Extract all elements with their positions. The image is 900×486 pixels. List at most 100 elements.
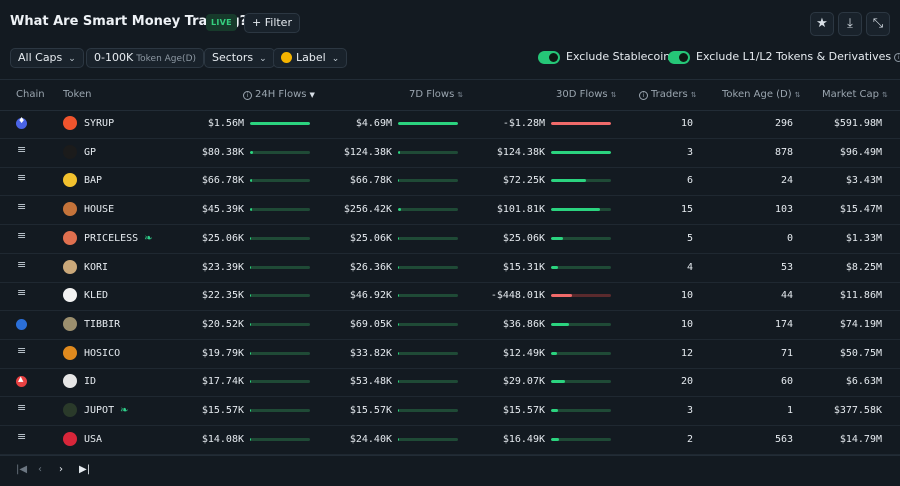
- token-age-value: 0-100K: [94, 51, 134, 64]
- table-row[interactable]: SYRUP $1.56M $4.69M -$1.28M 10 296 $591.98M: [0, 110, 900, 139]
- token-logo-icon: [63, 202, 77, 217]
- token-name[interactable]: BAP: [84, 175, 102, 186]
- solana-icon: [16, 430, 27, 445]
- market-cap-value: $6.63M: [845, 376, 882, 388]
- flows-7d-bar-fill: [398, 208, 401, 212]
- table-row[interactable]: GP $80.38K $124.38K $124.38K 3 878 $96.49M: [0, 139, 900, 168]
- star-icon: ★: [816, 16, 828, 31]
- table-row[interactable]: HOSICO $19.79K $33.82K $12.49K 12 71 $50.75M: [0, 340, 900, 369]
- table-row[interactable]: KLED $22.35K $46.92K -$448.01K 10 44 $11.86M: [0, 282, 900, 312]
- market-cap-value: $96.49M: [839, 146, 882, 158]
- flows-30d-bar-fill: [551, 322, 569, 326]
- flows-24h-bar-fill: [250, 150, 253, 154]
- flows-7d-bar-fill: [398, 322, 399, 326]
- flows-30d-bar: [551, 265, 611, 269]
- caps-dropdown[interactable]: All Caps ⌄: [10, 48, 84, 68]
- flows-24h-value: $80.38K: [201, 146, 244, 158]
- info-icon[interactable]: i: [243, 91, 252, 100]
- market-cap-value: $591.98M: [833, 118, 882, 129]
- token-symbol: GP: [84, 146, 97, 158]
- sort-icon: ⇅: [794, 91, 801, 99]
- token-name[interactable]: KLED: [84, 290, 108, 301]
- token-age-filter[interactable]: 0-100K Token Age(D): [86, 48, 205, 68]
- flows-24h-bar: [250, 179, 310, 183]
- token-name[interactable]: PRICELESS ❧: [84, 233, 153, 244]
- flows-7d-value: $24.40K: [349, 433, 392, 445]
- market-cap-value: $3.43M: [845, 175, 882, 187]
- token-age-value: 1: [786, 405, 793, 416]
- download-button[interactable]: ⤓: [838, 12, 862, 36]
- flows-24h-value: $20.52K: [201, 318, 244, 330]
- flows-24h-bar: [250, 409, 310, 412]
- favorite-button[interactable]: ★: [810, 12, 834, 36]
- token-name[interactable]: USA: [84, 434, 102, 445]
- token-age-value: 563: [774, 433, 793, 445]
- flows-30d-bar-fill: [551, 351, 557, 355]
- flows-7d-bar: [398, 236, 458, 240]
- flows-24h-bar: [250, 265, 310, 269]
- label-dropdown[interactable]: Label ⌄: [273, 48, 348, 68]
- token-name[interactable]: HOUSE: [84, 204, 114, 215]
- token-name[interactable]: TIBBIR: [84, 319, 120, 330]
- token-logo-icon: [63, 259, 77, 274]
- exclude-l1l2-toggle[interactable]: [668, 51, 690, 64]
- flows-30d-bar-fill: [551, 122, 611, 125]
- column-header-market-cap[interactable]: Market Cap ⇅: [822, 89, 888, 100]
- token-name[interactable]: JUPOT ❧: [84, 405, 129, 416]
- token-symbol: HOSICO: [84, 347, 121, 359]
- table-row[interactable]: USA $14.08K $24.40K $16.49K 2 563 $14.79M: [0, 426, 900, 455]
- flows-7d-bar: [398, 437, 458, 441]
- table-row[interactable]: KORI $23.39K $26.36K $15.31K 4 53 $8.25M: [0, 254, 900, 283]
- table-footer-divider: [0, 455, 900, 456]
- flows-24h-bar-fill: [250, 380, 251, 384]
- first-page-icon[interactable]: |◀: [16, 464, 27, 475]
- table-row[interactable]: JUPOT ❧ $15.57K $15.57K $15.57K 3 1 $377.58K: [0, 397, 900, 426]
- collapse-icon: ⤡: [872, 16, 884, 31]
- flows-24h-bar: [250, 294, 310, 298]
- collapse-button[interactable]: ⤡: [866, 12, 890, 36]
- table-row[interactable]: TIBBIR $20.52K $69.05K $36.86K 10 174 $74.19M: [0, 311, 900, 340]
- base-icon: [16, 318, 27, 330]
- flows-7d-bar-fill: [398, 351, 399, 355]
- flows-30d-bar: [551, 150, 611, 154]
- sectors-dropdown-value: Sectors: [212, 51, 254, 64]
- column-header-market-cap-label: Market Cap: [822, 89, 880, 100]
- token-symbol: KORI: [84, 261, 109, 273]
- download-icon: ⤓: [847, 16, 853, 31]
- flows-7d-bar: [398, 294, 458, 298]
- flows-30d-bar: [551, 122, 611, 125]
- market-cap-value: $14.79M: [839, 433, 882, 445]
- market-cap-value: $74.19M: [839, 318, 882, 330]
- info-icon[interactable]: i: [894, 53, 900, 62]
- column-header-traders[interactable]: i Traders ⇅: [639, 89, 697, 100]
- token-name[interactable]: GP: [84, 147, 96, 158]
- token-name[interactable]: SYRUP: [84, 118, 114, 129]
- table-row[interactable]: HOUSE $45.39K $256.42K $101.81K 15 103 $15.47M: [0, 196, 900, 226]
- column-header-24h-flows[interactable]: i 24H Flows ▼: [243, 89, 315, 100]
- token-name[interactable]: KORI: [84, 262, 108, 273]
- table-row[interactable]: BAP $66.78K $66.78K $72.25K 6 24 $3.43M: [0, 167, 900, 197]
- flows-24h-value: $14.08K: [201, 433, 244, 445]
- prev-page-icon[interactable]: ‹: [38, 464, 42, 475]
- table-row[interactable]: PRICELESS ❧ $25.06K $25.06K $25.06K 5 0 $1.33M: [0, 225, 900, 254]
- flows-24h-value: $15.57K: [201, 405, 244, 416]
- info-icon[interactable]: i: [639, 91, 648, 100]
- column-header-7d-flows[interactable]: 7D Flows ⇅: [409, 89, 463, 100]
- last-page-icon[interactable]: ▶|: [79, 464, 90, 475]
- token-age-value: 878: [774, 146, 793, 158]
- exclude-stablecoin-toggle[interactable]: [538, 51, 560, 64]
- token-name[interactable]: HOSICO: [84, 348, 120, 359]
- sectors-dropdown[interactable]: Sectors ⌄: [204, 48, 275, 68]
- flows-7d-value: $25.06K: [349, 232, 392, 244]
- column-header-30d-flows[interactable]: 30D Flows ⇅: [556, 89, 617, 100]
- token-name[interactable]: ID: [84, 376, 96, 387]
- column-header-token-age[interactable]: Token Age (D) ⇅: [722, 89, 801, 100]
- next-page-icon[interactable]: ›: [59, 464, 63, 475]
- exclude-l1l2-label: Exclude L1/L2 Tokens & Derivatives i: [696, 50, 900, 63]
- filter-button[interactable]: + Filter: [244, 13, 300, 33]
- exclude-stablecoin-label: Exclude Stablecoin: [566, 50, 671, 63]
- column-header-chain: Chain: [16, 89, 45, 100]
- leaf-icon: ❧: [120, 405, 129, 416]
- table-row[interactable]: ID $17.74K $53.48K $29.07K 20 60 $6.63M: [0, 368, 900, 398]
- flows-24h-bar: [250, 380, 310, 384]
